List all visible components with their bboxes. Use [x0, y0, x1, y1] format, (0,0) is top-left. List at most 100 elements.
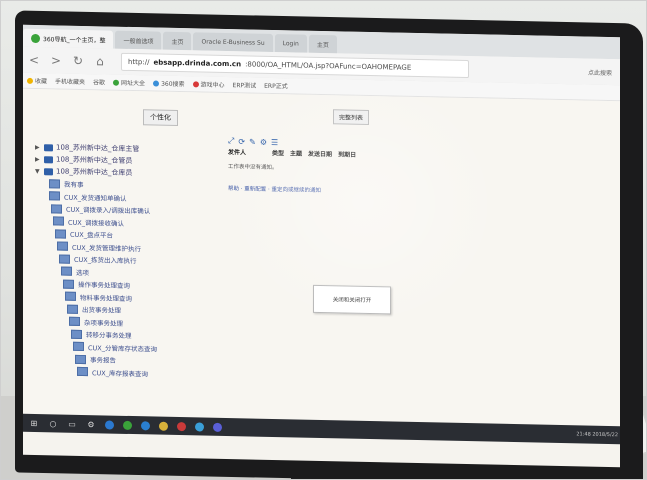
tree-node-label: 108_苏州新中达_仓库员 [56, 167, 133, 178]
function-icon [67, 304, 78, 314]
chevron-right-icon: ▶ [35, 155, 40, 163]
settings-icon[interactable]: ⚙ [86, 420, 96, 429]
col-header[interactable]: 发送日期 [308, 149, 332, 159]
function-icon [75, 354, 86, 364]
gear-icon[interactable]: ⚙ [260, 137, 267, 146]
home-button[interactable]: ⌂ [89, 54, 111, 68]
tree-leaf-label: CUX_调拨录入/调拨出库确认 [66, 205, 151, 216]
fav-item[interactable]: ERP正式 [264, 81, 288, 90]
tab-login[interactable]: Login [274, 34, 307, 53]
tree-leaf-label: CUX_发货通知单确认 [64, 193, 127, 203]
col-header[interactable]: 类型 [272, 148, 284, 157]
status-popup[interactable]: 关闭和关闭打开 [313, 284, 391, 315]
windows-start-icon[interactable]: ⊞ [29, 418, 39, 427]
app-icon[interactable] [195, 421, 204, 432]
folder-icon[interactable] [159, 421, 168, 431]
fav-item[interactable]: 谷歌 [93, 77, 105, 86]
browser-search-hint[interactable]: 点此搜索 [588, 67, 612, 77]
expand-icon[interactable]: ⤢ [228, 136, 234, 146]
col-header[interactable]: 主题 [290, 148, 302, 157]
ebs-home-page: 个性化 完整列表 ▶ 108_苏州新中达_仓库主管 ▶ 108_苏州新中达_仓管员 … [23, 88, 620, 427]
fav-label: 谷歌 [93, 79, 106, 87]
tree-leaf-label: CUX_库存报表查询 [92, 368, 148, 379]
chevron-down-icon: ▼ [35, 167, 40, 175]
personalize-button[interactable]: 个性化 [143, 109, 178, 126]
tree-leaf-label: 事务报告 [90, 356, 116, 365]
url-path: :8000/OA_HTML/OA.jsp?OAFunc=OAHOMEPAGE [245, 60, 412, 72]
function-icon [69, 316, 80, 327]
tab-home-2[interactable]: 主页 [308, 34, 337, 54]
browser360-taskbar-icon[interactable] [123, 420, 132, 430]
search-icon[interactable]: ○ [48, 419, 58, 428]
tree-leaf[interactable]: CUX_库存报表查询 [77, 365, 235, 381]
fav-item[interactable]: 360搜索 [153, 78, 185, 88]
tree-node-label: 108_苏州新中达_仓管员 [56, 155, 133, 166]
fav-label: ERP测试 [232, 82, 257, 90]
tab-360-nav[interactable]: 360导航_一个主页，整 [23, 28, 114, 49]
worklist-links[interactable]: 帮助 · 重新配置 · 重定向或继续的通知 [228, 184, 388, 195]
function-icon [63, 279, 74, 289]
fav-item[interactable]: 游戏中心 [192, 79, 225, 89]
tree-leaf-label: 操作事务处理查询 [78, 281, 130, 291]
refresh-button[interactable]: ↻ [67, 54, 89, 68]
tab-label: 360导航_一个主页，整 [43, 35, 106, 44]
star-icon [27, 77, 33, 84]
tree-node-label: 108_苏州新中达_仓库主管 [56, 143, 140, 154]
tree-leaf-label: CUX_拣货出入库执行 [74, 256, 137, 266]
full-list-button[interactable]: 完整列表 [333, 109, 370, 125]
tab-label: 主页 [316, 41, 329, 49]
refresh-icon[interactable]: ⟳ [238, 137, 245, 146]
function-icon [53, 216, 64, 226]
function-icon [55, 229, 66, 239]
system-tray-clock[interactable]: 21:48 2018/5/22 [576, 431, 618, 438]
function-icon [49, 191, 60, 201]
tree-leaf-label: CUX_发货管理维护执行 [72, 243, 141, 253]
fav-label: ERP正式 [264, 82, 288, 91]
browser360-icon [31, 33, 40, 43]
tree-leaf-list: 我有事 CUX_发货通知单确认 CUX_调拨录入/调拨出库确认 CUX_调拨接收… [49, 177, 235, 381]
fav-label: 手机收藏夹 [55, 78, 86, 87]
function-icon [59, 254, 70, 264]
fav-item[interactable]: 收藏 [27, 76, 47, 85]
tree-leaf-label: CUX_分管库存状态查询 [88, 343, 157, 354]
folder-icon [44, 155, 53, 163]
fav-label: 游戏中心 [200, 81, 225, 89]
tree-leaf-label: CUX_调拨接收确认 [68, 218, 124, 228]
address-bar[interactable]: http://ebsapp.drinda.com.cn:8000/OA_HTML… [121, 52, 469, 79]
worklist-header-row: 发件人 类型 主题 发送日期 到期日 [228, 147, 388, 159]
task-view-icon[interactable]: ▭ [67, 419, 77, 428]
tab-label: Oracle E-Business Su [201, 37, 265, 47]
tab-oracle-ebs[interactable]: Oracle E-Business Su [193, 32, 273, 52]
tab-general-prefs[interactable]: 一般首选项 [115, 30, 162, 50]
col-header[interactable]: 到期日 [338, 149, 356, 158]
ie-browser-icon[interactable] [141, 420, 150, 430]
fav-label: 网址大全 [121, 79, 146, 88]
function-icon [65, 291, 76, 302]
tab-home[interactable]: 主页 [163, 31, 192, 51]
folder-icon [44, 143, 53, 151]
back-button[interactable]: < [23, 53, 45, 67]
list-icon[interactable]: ☰ [271, 137, 278, 146]
folder-icon [44, 167, 53, 175]
tab-label: Login [282, 39, 299, 48]
photo-frame: 360导航_一个主页，整 一般首选项 主页 Oracle E-Business … [0, 0, 647, 480]
function-icon [57, 241, 68, 251]
url-domain: ebsapp.drinda.com.cn [153, 58, 242, 69]
app-icon[interactable] [213, 422, 222, 432]
fav-item[interactable]: ERP测试 [233, 80, 257, 89]
app-icon[interactable] [177, 421, 186, 431]
tree-leaf-label: 出货事务处理 [82, 306, 121, 316]
edit-icon[interactable]: ✎ [249, 137, 256, 146]
browser-right-tools: 点此搜索 [588, 67, 612, 77]
edge-browser-icon[interactable] [105, 419, 114, 430]
function-icon [77, 367, 88, 377]
fav-item[interactable]: 网址大全 [113, 78, 146, 88]
worklist-empty-message: 工作表中没有通知。 [228, 164, 278, 172]
fav-item[interactable]: 手机收藏夹 [55, 76, 85, 86]
function-icon [61, 266, 72, 277]
fav-label: 收藏 [35, 77, 48, 86]
tree-leaf-label: 我有事 [64, 180, 84, 190]
forward-button[interactable]: > [45, 53, 67, 67]
tab-label: 一般首选项 [123, 37, 154, 45]
col-header[interactable]: 发件人 [228, 147, 246, 156]
